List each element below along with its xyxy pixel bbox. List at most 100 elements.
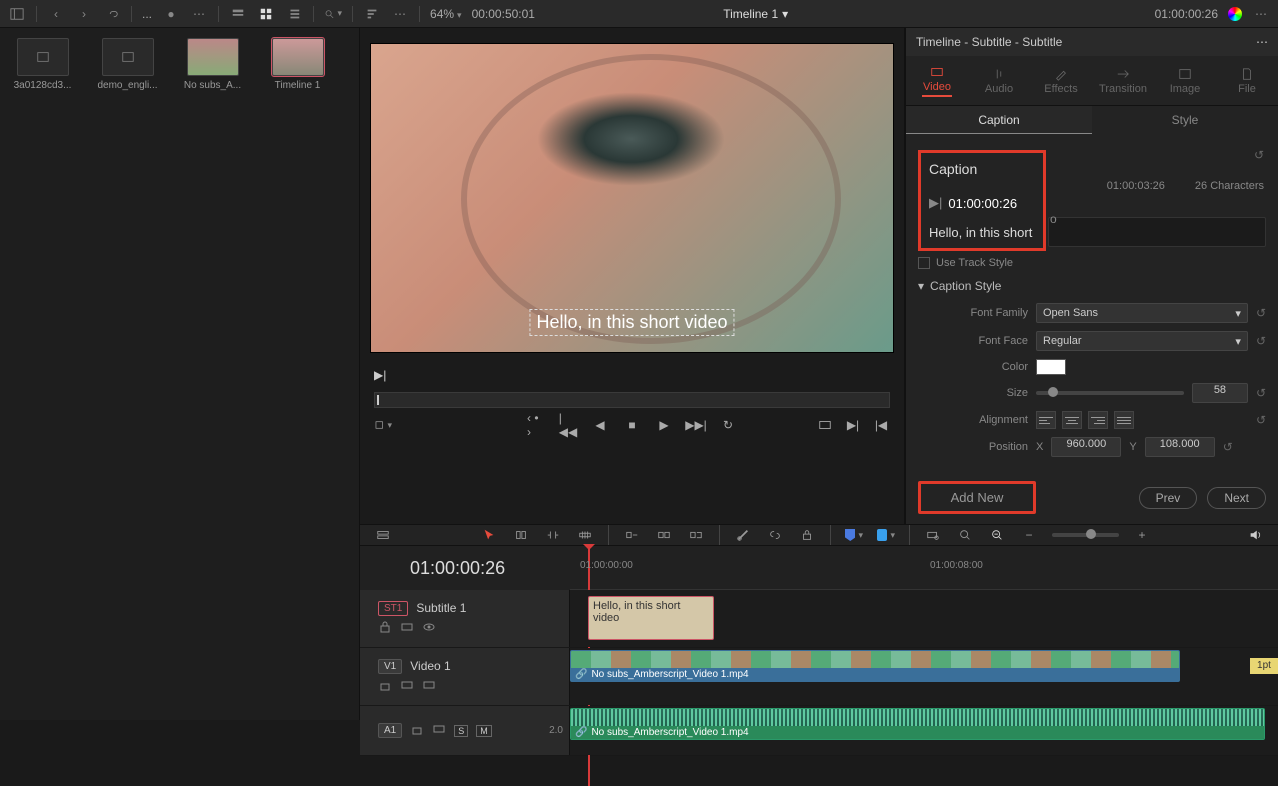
media-timeline[interactable]: Timeline 1 (265, 38, 330, 91)
mark-out-icon[interactable]: |◀ (872, 416, 890, 434)
zoom-detail-icon[interactable] (956, 526, 974, 544)
caption-out-timecode[interactable]: 01:00:03:26 (1107, 180, 1165, 192)
media-clip[interactable]: 3a0128cd3... (10, 38, 75, 91)
subtitle-clip[interactable]: Hello, in this short video (588, 596, 714, 640)
prev-caption-button[interactable]: Prev (1139, 487, 1198, 509)
viewer-more-icon[interactable]: ⋯ (1252, 5, 1270, 23)
caption-in-timecode[interactable]: 01:00:00:26 (948, 196, 1017, 211)
align-justify-button[interactable] (1114, 411, 1134, 429)
subtitle-overlay[interactable]: Hello, in this short video (529, 309, 734, 336)
subtitle-view-icon[interactable] (400, 620, 414, 637)
timeline-ruler[interactable]: 01:00:00:00 01:00:08:00 (570, 546, 1278, 590)
lock-icon[interactable] (798, 526, 816, 544)
eye-icon[interactable] (422, 620, 436, 637)
nav-fwd-icon[interactable]: › (75, 5, 93, 23)
play-in-icon[interactable]: ▶| (929, 195, 942, 211)
timeline-title-dropdown[interactable]: Timeline 1▾ (723, 7, 788, 21)
video-clip[interactable]: 🔗No subs_Amberscript_Video 1.mp4 (570, 650, 1180, 682)
nav-back-icon[interactable]: ‹ (47, 5, 65, 23)
skip-end-icon[interactable]: ▶| (374, 368, 890, 382)
media-clip[interactable]: No subs_A... (180, 38, 245, 91)
match-frame-icon[interactable] (816, 416, 834, 434)
more-icon-2[interactable]: ⋯ (391, 5, 409, 23)
align-left-button[interactable] (1036, 411, 1056, 429)
inspector-tab-file[interactable]: File (1216, 56, 1278, 105)
trim-tool-icon[interactable] (512, 526, 530, 544)
selection-tool-icon[interactable] (480, 526, 498, 544)
zoom-level[interactable]: 64% (430, 7, 462, 21)
go-start-icon[interactable]: |◀◀ (559, 416, 577, 434)
zoom-slider[interactable] (1052, 533, 1119, 537)
play-icon[interactable]: ▶ (655, 416, 673, 434)
timeline-timecode[interactable]: 01:00:00:26 (360, 558, 570, 579)
view-metadata-icon[interactable] (229, 5, 247, 23)
track-header-subtitle[interactable]: ST1Subtitle 1 (360, 590, 570, 647)
inspector-tab-audio[interactable]: Audio (968, 56, 1030, 105)
auto-select-icon[interactable] (400, 678, 414, 695)
search-icon[interactable] (324, 5, 342, 23)
caption-text-input[interactable] (1048, 217, 1266, 247)
prev-edit-icon[interactable]: ‹ • › (527, 416, 545, 434)
go-end-icon[interactable]: ▶▶| (687, 416, 705, 434)
jog-bar[interactable] (374, 392, 890, 408)
align-right-button[interactable] (1088, 411, 1108, 429)
lock-track-icon[interactable] (378, 620, 392, 637)
position-x-input[interactable]: 960.000 (1051, 437, 1121, 457)
lock-track-icon[interactable] (410, 722, 424, 739)
mark-in-icon[interactable]: ▶| (844, 416, 862, 434)
font-face-select[interactable]: Regular▾ (1036, 331, 1248, 351)
auto-select-icon[interactable] (432, 722, 446, 739)
disable-video-icon[interactable] (422, 678, 436, 695)
reset-icon[interactable]: ↺ (1256, 334, 1266, 348)
color-wheel-icon[interactable] (1228, 7, 1242, 21)
solo-button[interactable]: S (454, 725, 468, 737)
color-swatch[interactable] (1036, 359, 1066, 375)
insert-clip-icon[interactable] (623, 526, 641, 544)
step-back-icon[interactable]: ◀ (591, 416, 609, 434)
replace-clip-icon[interactable] (687, 526, 705, 544)
subtab-style[interactable]: Style (1092, 106, 1278, 134)
add-new-button[interactable]: Add New (918, 481, 1036, 514)
align-center-button[interactable] (1062, 411, 1082, 429)
audio-meter-icon[interactable] (1246, 526, 1264, 544)
crop-menu-icon[interactable] (374, 416, 392, 434)
zoom-out-button[interactable]: − (1020, 526, 1038, 544)
font-family-select[interactable]: Open Sans▾ (1036, 303, 1248, 323)
inspector-tab-image[interactable]: Image (1154, 56, 1216, 105)
collapse-icon[interactable]: ▾ (918, 279, 924, 293)
inspector-tab-transition[interactable]: Transition (1092, 56, 1154, 105)
stop-icon[interactable]: ■ (623, 416, 641, 434)
overwrite-clip-icon[interactable] (655, 526, 673, 544)
timeline-view-icon[interactable] (374, 526, 392, 544)
zoom-custom-icon[interactable] (988, 526, 1006, 544)
next-caption-button[interactable]: Next (1207, 487, 1266, 509)
inspector-tab-video[interactable]: Video (906, 56, 968, 105)
media-clip[interactable]: demo_engli... (95, 38, 160, 91)
track-header-audio[interactable]: A1 S M 2.0 (360, 706, 570, 755)
sort-icon[interactable] (363, 5, 381, 23)
audio-clip[interactable]: 🔗No subs_Amberscript_Video 1.mp4 (570, 708, 1265, 740)
dynamic-trim-icon[interactable] (544, 526, 562, 544)
color-marker-icon[interactable] (877, 526, 895, 544)
lock-track-icon[interactable] (378, 678, 392, 695)
loop-icon[interactable]: ↻ (719, 416, 737, 434)
reset-icon[interactable]: ↺ (1223, 440, 1233, 454)
view-list-icon[interactable] (285, 5, 303, 23)
viewer-frame[interactable]: Hello, in this short video (370, 43, 894, 353)
inspector-tab-effects[interactable]: Effects (1030, 56, 1092, 105)
size-value[interactable]: 58 (1192, 383, 1248, 403)
view-thumb-icon[interactable] (257, 5, 275, 23)
track-header-video[interactable]: V1Video 1 (360, 648, 570, 705)
position-y-input[interactable]: 108.000 (1145, 437, 1215, 457)
size-slider[interactable] (1036, 391, 1184, 395)
razor-icon[interactable] (734, 526, 752, 544)
breadcrumb[interactable]: ... (142, 7, 152, 21)
reset-icon[interactable]: ↺ (1256, 386, 1266, 400)
zoom-in-button[interactable]: + (1133, 526, 1151, 544)
caption-reset-icon[interactable]: ↺ (1254, 148, 1264, 162)
zoom-timeline-icon[interactable] (924, 526, 942, 544)
use-track-style-checkbox[interactable] (918, 257, 930, 269)
mute-button[interactable]: M (476, 725, 492, 737)
blade-tool-icon[interactable] (576, 526, 594, 544)
link-clips-icon[interactable] (766, 526, 784, 544)
